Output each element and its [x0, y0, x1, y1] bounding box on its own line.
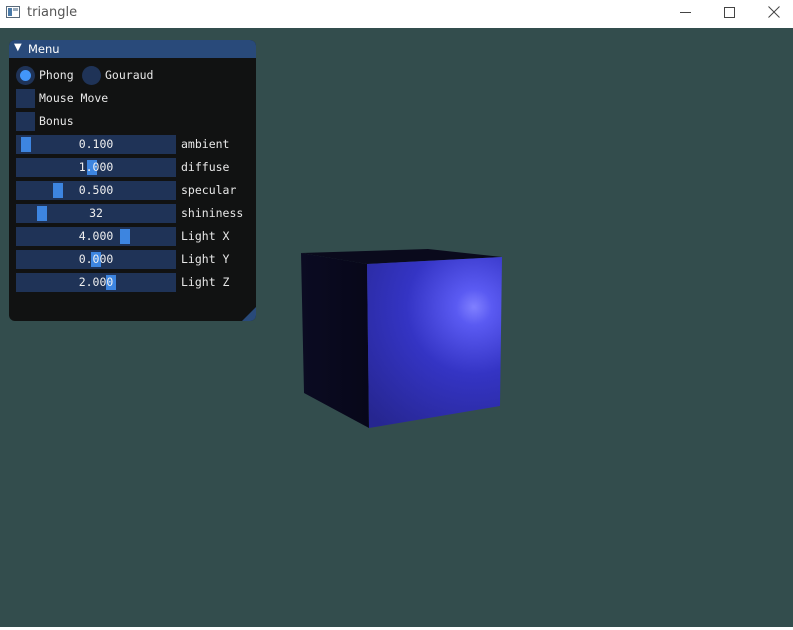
light-x-slider[interactable]: 4.000 [16, 227, 176, 246]
close-icon [768, 6, 780, 18]
slider-label: ambient [181, 137, 230, 151]
light-z-row: 2.000 Light Z [16, 273, 251, 292]
app-icon [6, 6, 20, 18]
slider-label: Light X [181, 229, 230, 243]
collapse-arrow-icon[interactable]: ▼ [14, 42, 22, 53]
phong-radio[interactable] [16, 66, 35, 85]
slider-value: 32 [89, 206, 103, 220]
diffuse-slider[interactable]: 1.000 [16, 158, 176, 177]
maximize-button[interactable] [706, 0, 752, 28]
light-y-slider[interactable]: 0.000 [16, 250, 176, 269]
light-z-slider[interactable]: 2.000 [16, 273, 176, 292]
slider-value: 0.000 [78, 252, 114, 266]
light-x-row: 4.000 Light X [16, 227, 251, 246]
slider-label: Light Y [181, 252, 230, 266]
ambient-slider[interactable]: 0.100 [16, 135, 176, 154]
light-y-row: 0.000 Light Y [16, 250, 251, 269]
minimize-button[interactable] [662, 0, 708, 28]
slider-value: 4.000 [78, 229, 114, 243]
slider-label: specular [181, 183, 237, 197]
menu-title: Menu [28, 42, 60, 56]
shininess-slider[interactable]: 32 [16, 204, 176, 223]
specular-slider[interactable]: 0.500 [16, 181, 176, 200]
slider-value: 2.000 [78, 275, 114, 289]
cube-left-face [301, 253, 369, 428]
mouse-move-label[interactable]: Mouse Move [39, 91, 108, 105]
mouse-move-checkbox[interactable] [16, 89, 35, 108]
shininess-row: 32 shininess [16, 204, 251, 223]
menu-title-bar[interactable]: ▼ Menu [9, 40, 256, 58]
slider-label: diffuse [181, 160, 230, 174]
slider-value: 0.500 [78, 183, 114, 197]
slider-value: 0.100 [78, 137, 114, 151]
ambient-row: 0.100 ambient [16, 135, 251, 154]
window-title: triangle [27, 5, 78, 20]
slider-label: shininess [181, 206, 244, 220]
bonus-label[interactable]: Bonus [39, 114, 74, 128]
menu-panel[interactable]: ▼ Menu Phong Gouraud Mouse Move Bonus 0.… [9, 40, 256, 321]
diffuse-row: 1.000 diffuse [16, 158, 251, 177]
mouse-move-row: Mouse Move [16, 89, 176, 108]
bonus-row: Bonus [16, 112, 176, 131]
specular-row: 0.500 specular [16, 181, 251, 200]
phong-label[interactable]: Phong [39, 68, 74, 82]
resize-grip[interactable] [242, 307, 256, 321]
slider-label: Light Z [181, 275, 230, 289]
close-button[interactable] [751, 0, 793, 28]
window-title-bar: triangle [0, 0, 793, 28]
bonus-checkbox[interactable] [16, 112, 35, 131]
slider-value: 1.000 [78, 160, 114, 174]
gouraud-radio[interactable] [82, 66, 101, 85]
shading-radio-group: Phong Gouraud [16, 66, 176, 85]
cube-front-face [367, 257, 502, 428]
gouraud-label[interactable]: Gouraud [105, 68, 153, 82]
